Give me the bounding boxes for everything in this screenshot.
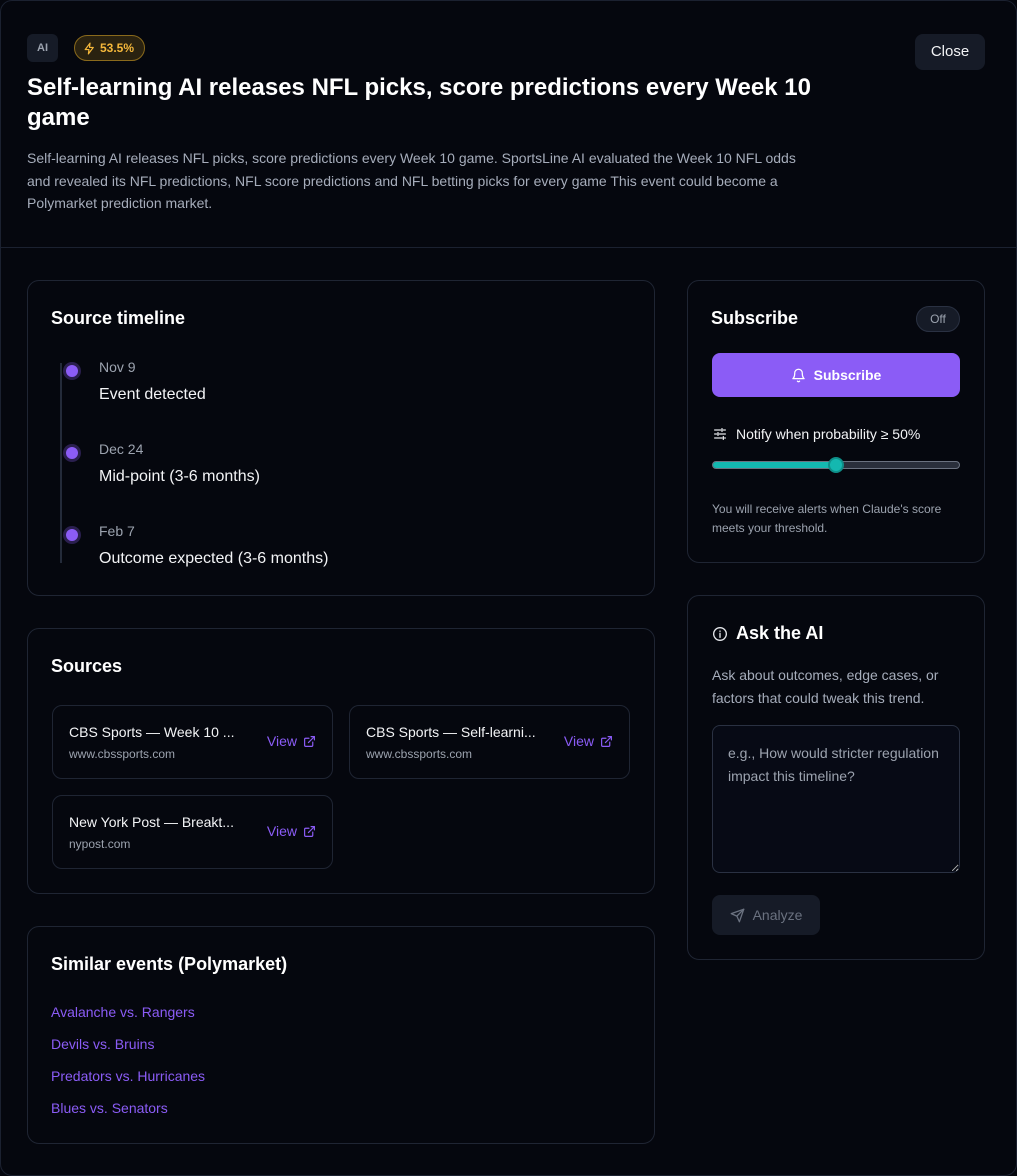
source-name: CBS Sports — Self-learni... [366,724,536,740]
view-label: View [563,733,594,749]
source-item[interactable]: CBS Sports — Self-learni... www.cbssport… [349,705,630,779]
timeline-dot [63,362,81,380]
notify-text: Notify when probability ≥ 50% [736,426,921,442]
ask-ai-title-text: Ask the AI [736,623,824,643]
source-name: CBS Sports — Week 10 ... [69,724,235,740]
info-icon [713,626,727,641]
subscribe-button-label: Subscribe [813,367,882,383]
similar-events-title: Similar events (Polymarket) [51,954,288,974]
probability-value: 53.5% [100,41,135,55]
ask-ai-input[interactable] [712,725,960,873]
timeline-title: Source timeline [51,308,186,328]
timeline-label: Outcome expected (3-6 months) [99,550,329,567]
modal-header: AI 53.5% Close Self-learning AI releases… [1,1,1016,248]
ask-ai-description: Ask about outcomes, edge cases, or facto… [712,667,939,706]
timeline-dot [63,444,81,462]
source-domain: www.cbssports.com [69,747,176,761]
timeline-date: Feb 7 [99,523,135,539]
notify-threshold-label: Notify when probability ≥ 50% [712,426,920,442]
source-item[interactable]: CBS Sports — Week 10 ... www.cbssports.c… [52,705,333,779]
timeline-line [60,363,62,563]
probability-badge: 53.5% [74,35,146,61]
close-button[interactable]: Close [915,34,985,70]
timeline-date: Nov 9 [99,359,136,375]
source-name: New York Post — Breakt... [69,814,234,830]
analyze-button-label: Analyze [752,907,803,923]
sliders-icon [714,428,726,440]
external-link-icon [601,735,612,747]
source-domain: nypost.com [69,837,131,851]
slider-fill [713,462,836,468]
bell-icon [791,368,805,382]
source-domain: www.cbssports.com [366,747,473,761]
lightning-icon [84,41,94,55]
slider-thumb[interactable] [828,457,844,473]
page-title: Self-learning AI releases NFL picks, sco… [27,74,811,131]
subscribe-button[interactable]: Subscribe [712,353,960,397]
ask-ai-title: Ask the AI [712,623,823,644]
source-item[interactable]: New York Post — Breakt... nypost.com Vie… [52,795,333,869]
event-description: Self-learning AI releases NFL picks, sco… [27,150,796,211]
event-detail-modal: AI 53.5% Close Self-learning AI releases… [0,0,1017,1176]
similar-event-link[interactable]: Avalanche vs. Rangers [51,1004,195,1020]
analyze-button[interactable]: Analyze [712,895,820,935]
timeline-dot [63,526,81,544]
similar-event-link[interactable]: Blues vs. Senators [51,1100,168,1116]
subscribe-toggle[interactable]: Off [916,306,960,332]
timeline-label: Mid-point (3-6 months) [99,468,260,485]
external-link-icon [304,735,315,747]
external-link-icon [304,825,315,837]
subscribe-title: Subscribe [711,308,799,328]
timeline-date: Dec 24 [99,441,144,457]
source-view-link[interactable]: View [564,733,613,749]
ai-tag: AI [27,34,58,62]
similar-event-link[interactable]: Predators vs. Hurricanes [51,1068,205,1084]
source-view-link[interactable]: View [267,823,316,839]
send-icon [730,908,744,922]
similar-event-link[interactable]: Devils vs. Bruins [51,1036,154,1052]
subscribe-note: You will receive alerts when Claude's sc… [712,502,942,535]
timeline-label: Event detected [99,386,206,403]
view-label: View [266,823,297,839]
sources-title: Sources [51,656,123,676]
view-label: View [266,733,297,749]
threshold-slider[interactable] [712,457,960,473]
source-view-link[interactable]: View [267,733,316,749]
